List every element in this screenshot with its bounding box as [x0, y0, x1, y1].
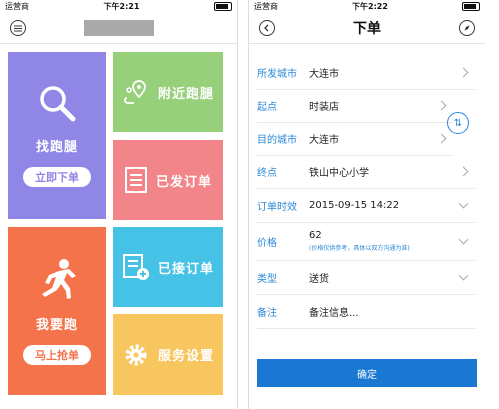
- clock: 下午2:21: [103, 2, 140, 11]
- chevron-down-icon: [458, 198, 469, 209]
- grab-order-button[interactable]: 马上抢单: [23, 344, 91, 365]
- back-button[interactable]: [259, 20, 275, 36]
- price-field[interactable]: 62 (价格仅供参考，具体以双方沟通为准): [309, 230, 460, 252]
- chevron-down-icon: [458, 270, 469, 281]
- nearby-runners-tile[interactable]: 附近跑腿: [113, 52, 223, 132]
- dest-city-value: 大连市: [309, 135, 339, 146]
- document-list-icon: [124, 167, 147, 193]
- page-title: 下单: [353, 21, 381, 37]
- type-label: 类型: [257, 274, 277, 285]
- sent-orders-label: 已发订单: [155, 174, 212, 190]
- chevron-right-icon: [458, 166, 469, 177]
- departure-city-value: 大连市: [309, 69, 339, 80]
- end-point-label: 终点: [257, 168, 277, 179]
- end-point-value: 铁山中心小学: [309, 168, 369, 179]
- price-value: 62: [309, 230, 322, 241]
- chevron-right-icon: [458, 67, 469, 78]
- start-point-value: 时装店: [309, 102, 339, 113]
- map-pin-icon: [123, 80, 146, 104]
- battery-icon: [214, 2, 232, 11]
- menu-button[interactable]: [10, 20, 26, 36]
- compass-button[interactable]: [459, 20, 475, 36]
- note-input[interactable]: 备注信息...: [309, 304, 475, 319]
- find-runner-tile[interactable]: 找跑腿 立即下单: [8, 52, 106, 219]
- type-value: 送货: [309, 274, 329, 285]
- dest-city-row[interactable]: 目的城市 大连市: [257, 122, 453, 156]
- chevron-right-icon: [436, 133, 447, 144]
- compass-icon: [464, 25, 470, 31]
- price-row[interactable]: 价格 62 (价格仅供参考，具体以双方沟通为准): [257, 222, 475, 261]
- carrier-label: 运营商: [254, 2, 278, 11]
- find-runner-label: 找跑腿: [35, 140, 78, 155]
- carrier-label: 运营商: [5, 2, 29, 11]
- order-time-label: 订单时效: [257, 202, 297, 213]
- note-label: 备注: [257, 308, 277, 319]
- confirm-button[interactable]: 确定: [257, 359, 477, 387]
- type-row[interactable]: 类型 送货: [257, 261, 475, 295]
- accepted-orders-label: 已接订单: [157, 261, 214, 277]
- order-time-row[interactable]: 订单时效 2015-09-15 14:22: [257, 189, 475, 223]
- runner-icon: [42, 258, 76, 299]
- swap-arrows-icon: ⇅: [453, 117, 463, 129]
- gear-icon: [125, 344, 147, 365]
- sent-orders-tile[interactable]: 已发订单: [113, 140, 223, 220]
- chevron-down-icon: [458, 234, 469, 244]
- title-placeholder: [83, 20, 154, 36]
- left-screen: 运营商 下午2:21 找跑腿 立即下单 附近跑腿 已发订单 我要跑 马上抢单 已…: [0, 0, 238, 409]
- note-row[interactable]: 备注 备注信息...: [257, 295, 475, 329]
- battery-icon: [462, 2, 480, 11]
- nearby-runners-label: 附近跑腿: [157, 86, 214, 102]
- right-screen: 运营商 下午2:22 下单 所发城市 大连市 起点 时装店 ⇅ 目的城市 大连市…: [248, 0, 485, 409]
- start-point-label: 起点: [257, 102, 277, 113]
- menu-icon: [14, 25, 22, 31]
- end-point-row[interactable]: 终点 铁山中心小学: [257, 155, 475, 189]
- nav-bar: [0, 13, 237, 44]
- chevron-right-icon: [436, 100, 447, 111]
- price-hint: (价格仅供参考，具体以双方沟通为准): [309, 245, 410, 252]
- order-now-button[interactable]: 立即下单: [23, 167, 91, 187]
- start-point-row[interactable]: 起点 时装店: [257, 89, 453, 123]
- i-run-tile[interactable]: 我要跑 马上抢单: [8, 227, 106, 395]
- back-arrow-icon: [264, 24, 269, 32]
- dest-city-label: 目的城市: [257, 135, 297, 146]
- clock: 下午2:22: [352, 2, 388, 11]
- magnifier-icon: [40, 86, 76, 122]
- departure-city-label: 所发城市: [257, 69, 297, 80]
- nav-bar: 下单: [249, 13, 485, 44]
- document-add-icon: [122, 254, 149, 280]
- departure-city-row[interactable]: 所发城市 大连市: [257, 56, 475, 90]
- i-run-label: 我要跑: [35, 317, 78, 333]
- accepted-orders-tile[interactable]: 已接订单: [113, 227, 223, 307]
- service-settings-label: 服务设置: [157, 349, 214, 364]
- status-bar: 运营商 下午2:21: [0, 0, 237, 13]
- order-time-value: 2015-09-15 14:22: [309, 200, 400, 211]
- price-label: 价格: [257, 237, 277, 249]
- status-bar: 运营商 下午2:22: [249, 0, 485, 13]
- service-settings-tile[interactable]: 服务设置: [113, 314, 223, 395]
